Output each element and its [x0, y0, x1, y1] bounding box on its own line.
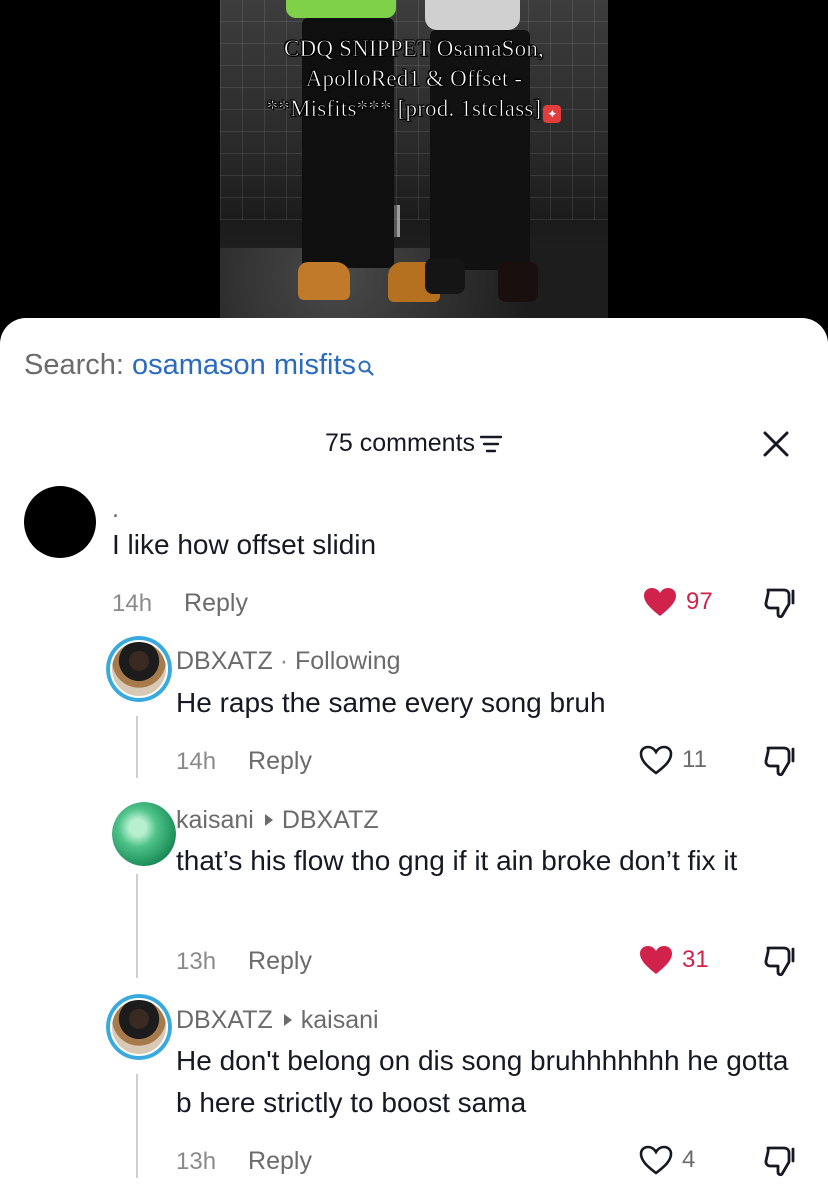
caption-text: **Misfits*** [prod. 1stclass]	[266, 96, 542, 122]
reply-button[interactable]: Reply	[248, 1147, 312, 1175]
person-left-shirt	[286, 0, 396, 18]
comment-text: He raps the same every song bruh	[176, 687, 606, 718]
reply-button[interactable]: Reply	[248, 747, 312, 775]
comment-username: DBXATZ · Following	[176, 646, 401, 676]
dislike-button[interactable]	[762, 586, 798, 625]
comment-text: that’s his flow tho gng if it ain broke …	[176, 845, 738, 876]
username-link[interactable]: DBXATZ	[176, 647, 273, 675]
heart-filled-icon	[644, 588, 676, 616]
comments-count: 75 comments	[324, 429, 476, 457]
like-button[interactable]: 11	[638, 744, 707, 776]
search-label: Search:	[24, 349, 124, 381]
comment-meta: 13h Reply	[176, 946, 312, 977]
thread-line	[136, 874, 138, 978]
comment-meta: 14h Reply	[176, 746, 312, 777]
avatar[interactable]	[106, 994, 172, 1060]
caption-line: ApolloRed1 & Offset -	[305, 66, 523, 92]
thumbs-down-icon	[764, 746, 795, 777]
thumbs-down-icon	[764, 588, 795, 619]
siren-emoji-icon: ✦	[543, 105, 562, 123]
avatar-image	[112, 802, 176, 866]
avatar-image	[112, 1000, 166, 1054]
heart-outline-icon	[639, 1145, 673, 1175]
avatar[interactable]	[112, 802, 176, 866]
caption-line: CDQ SNIPPET OsamaSon,	[284, 36, 544, 62]
like-count: 97	[686, 588, 713, 615]
separator-dot: ·	[272, 647, 295, 675]
comment-username: kaisani DBXATZ	[176, 804, 379, 835]
reply-button[interactable]: Reply	[248, 947, 312, 975]
comment-text: I like how offset slidin	[112, 529, 377, 560]
video-caption: CDQ SNIPPET OsamaSon, ApolloRed1 & Offse…	[230, 34, 598, 124]
close-icon[interactable]	[760, 428, 792, 460]
comment-meta: 13h Reply	[176, 1146, 312, 1177]
thumbs-down-icon	[764, 946, 795, 977]
dislike-button[interactable]	[762, 1144, 798, 1183]
reply-arrow-icon	[283, 1004, 293, 1034]
reply-arrow-icon	[264, 804, 274, 834]
comments-sheet: Search: osamason misfits 75 comments . I…	[0, 318, 828, 1186]
dislike-button[interactable]	[762, 944, 798, 983]
comment-text: He don't belong on dis song bruhhhhhhh h…	[176, 1045, 789, 1118]
like-count: 4	[682, 1146, 696, 1173]
search-query-link[interactable]: osamason misfits	[132, 349, 356, 381]
comments-header: 75 comments	[0, 426, 828, 462]
search-icon	[358, 350, 374, 384]
reply-to-username[interactable]: DBXATZ	[282, 806, 379, 834]
reply-button[interactable]: Reply	[184, 589, 248, 617]
like-button[interactable]: 97	[642, 586, 713, 618]
person-right-shirt	[425, 0, 520, 30]
person-right-shoe	[498, 262, 538, 302]
sort-filter-icon[interactable]	[479, 430, 503, 464]
avatar[interactable]	[106, 636, 172, 702]
thumbs-down-icon	[764, 1146, 795, 1177]
username-link[interactable]: DBXATZ	[176, 1006, 273, 1034]
reply-to-username[interactable]: kaisani	[301, 1006, 379, 1034]
heart-outline-icon	[639, 745, 673, 775]
video-player[interactable]: CDQ SNIPPET OsamaSon, ApolloRed1 & Offse…	[0, 0, 828, 340]
like-button[interactable]: 4	[638, 1144, 695, 1176]
comment-time: 14h	[176, 748, 217, 775]
comment-time: 13h	[176, 1148, 217, 1175]
dislike-button[interactable]	[762, 744, 798, 783]
avatar-ring	[106, 994, 172, 1060]
like-button[interactable]: 31	[638, 944, 709, 976]
following-label: Following	[294, 647, 401, 675]
caption-line: **Misfits*** [prod. 1stclass] ✦	[230, 94, 598, 124]
person-left-boot	[298, 262, 350, 300]
comment-username: DBXATZ kaisani	[176, 1004, 379, 1035]
like-count: 31	[682, 946, 709, 973]
heart-filled-icon	[640, 946, 672, 974]
thread-line	[136, 1074, 138, 1178]
search-suggestion[interactable]: Search: osamason misfits	[24, 348, 374, 384]
avatar[interactable]	[24, 486, 96, 558]
comment-time: 13h	[176, 948, 217, 975]
avatar-ring	[106, 636, 172, 702]
comment-username[interactable]: .	[112, 494, 119, 524]
person-right-shoe	[425, 258, 465, 294]
app-root: CDQ SNIPPET OsamaSon, ApolloRed1 & Offse…	[0, 0, 828, 1186]
username-link[interactable]: kaisani	[176, 806, 254, 834]
comment-meta: 14h Reply	[112, 588, 248, 619]
thread-line	[136, 716, 138, 778]
like-count: 11	[682, 746, 707, 773]
comment-time: 14h	[112, 590, 153, 617]
avatar-image	[112, 642, 166, 696]
